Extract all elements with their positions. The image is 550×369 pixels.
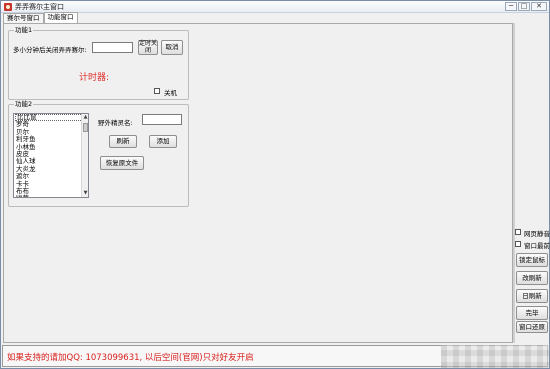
shutdown-label: 关机 <box>164 89 177 97</box>
change-refresh-button[interactable]: 改刷新 <box>516 271 548 285</box>
feature1-caption: 功能1 <box>14 26 34 34</box>
minutes-label: 多小分钟后关闭弄弄赛尔: <box>13 46 87 54</box>
feature-tab-panel: 功能1 多小分钟后关闭弄弄赛尔: 定时关闭 取消 计时器: 关机 功能2 比比鼠… <box>3 23 513 343</box>
add-button[interactable]: 添加 <box>149 135 177 148</box>
timed-close-button[interactable]: 定时关闭 <box>138 40 158 55</box>
restore-file-button[interactable]: 恢复原文件 <box>100 156 144 170</box>
list-scrollbar[interactable]: ▲ ▼ <box>81 114 88 197</box>
tab-feature-window[interactable]: 功能窗口 <box>43 12 78 23</box>
shutdown-checkbox[interactable] <box>154 88 160 94</box>
wild-pet-label: 野外精灵名: <box>98 119 133 127</box>
wild-pet-input[interactable] <box>142 114 182 125</box>
main-window: 弄弄赛尔主窗口 ─ □ ✕ 赛尔号窗口 功能窗口 功能1 多小分钟后关闭弄弄赛尔… <box>0 0 550 369</box>
scroll-thumb[interactable] <box>83 123 88 132</box>
lock-mouse-button[interactable]: 锁定鼠标 <box>516 253 548 267</box>
pet-list-items: 比比鼠罗奇贝尔利牙鱼小林鱼皮皮仙人球大炎龙遮尔卡卡布布幽芽帕尔克 <box>15 114 85 197</box>
maximize-icon[interactable]: □ <box>518 2 530 11</box>
scroll-up-icon[interactable]: ▲ <box>83 115 88 120</box>
window-controls: ─ □ ✕ <box>505 2 547 12</box>
pet-listbox[interactable]: 比比鼠罗奇贝尔利牙鱼小林鱼皮皮仙人球大炎龙遮尔卡卡布布幽芽帕尔克 ▲ ▼ <box>13 113 89 198</box>
blurred-region <box>441 345 549 368</box>
app-icon <box>4 3 12 11</box>
refresh-button[interactable]: 刷新 <box>109 135 137 148</box>
feature2-caption: 功能2 <box>14 100 34 108</box>
title-bar[interactable]: 弄弄赛尔主窗口 ─ □ ✕ <box>1 1 549 13</box>
tab-strip: 赛尔号窗口 功能窗口 <box>3 12 78 23</box>
mute-checkbox[interactable] <box>515 229 521 235</box>
status-text: 如果支持的请加QQ: 1073099631, 以后空间(官网)只对好友开启 <box>7 353 254 363</box>
minutes-input[interactable] <box>92 42 133 53</box>
right-panel: 网页静音 窗口最前 锁定鼠标 改刷新 日刷新 完毕 窗口还原 <box>515 23 550 343</box>
tab-seer-window[interactable]: 赛尔号窗口 <box>3 13 44 23</box>
close-icon[interactable]: ✕ <box>531 2 547 11</box>
minimize-icon[interactable]: ─ <box>505 2 517 11</box>
feature1-group: 功能1 多小分钟后关闭弄弄赛尔: 定时关闭 取消 计时器: 关机 <box>8 26 189 100</box>
window-restore-button[interactable]: 窗口还原 <box>516 321 548 333</box>
feature2-group: 功能2 比比鼠罗奇贝尔利牙鱼小林鱼皮皮仙人球大炎龙遮尔卡卡布布幽芽帕尔克 ▲ ▼… <box>8 100 189 207</box>
timer-label: 计时器: <box>79 73 110 83</box>
cancel-button[interactable]: 取消 <box>161 40 183 55</box>
topmost-checkbox[interactable] <box>515 241 521 247</box>
topmost-label: 窗口最前 <box>524 242 550 250</box>
list-item[interactable]: 幽芽 <box>15 194 85 197</box>
mute-label: 网页静音 <box>524 230 550 238</box>
scroll-down-icon[interactable]: ▼ <box>83 191 88 196</box>
date-refresh-button[interactable]: 日刷新 <box>516 289 548 303</box>
finish-button[interactable]: 完毕 <box>516 306 548 320</box>
window-title: 弄弄赛尔主窗口 <box>15 3 64 11</box>
